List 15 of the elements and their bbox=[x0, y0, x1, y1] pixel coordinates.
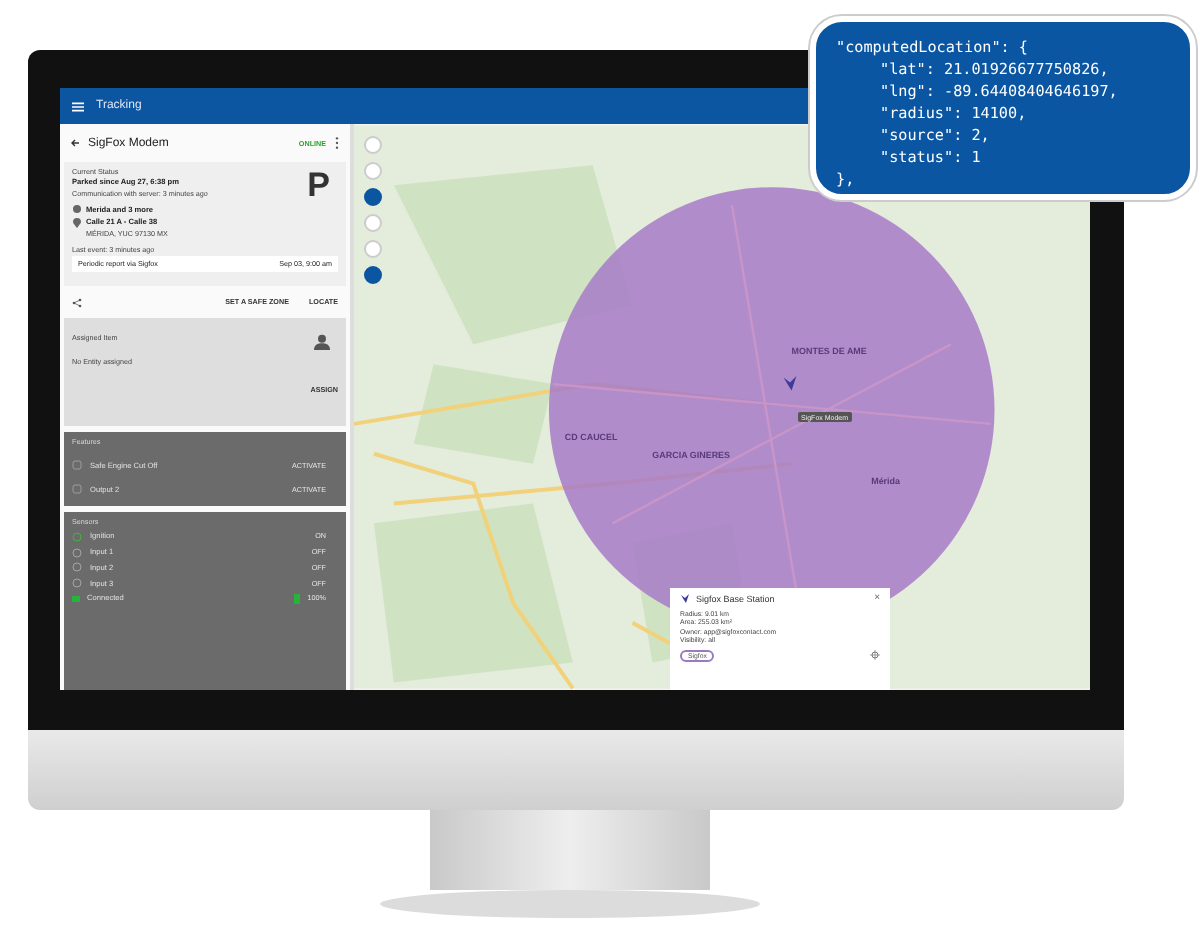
connected-icon bbox=[72, 595, 79, 603]
menu-icon[interactable] bbox=[72, 101, 84, 111]
crosshair-icon[interactable] bbox=[870, 650, 880, 661]
back-arrow-icon[interactable] bbox=[70, 138, 80, 148]
parked-letter: P bbox=[307, 168, 330, 202]
share-icon[interactable] bbox=[72, 297, 82, 307]
pin-icon bbox=[72, 217, 82, 228]
engine-icon bbox=[72, 460, 82, 470]
more-icon[interactable] bbox=[334, 136, 340, 150]
battery-icon bbox=[294, 593, 300, 604]
location-icon bbox=[72, 204, 82, 215]
device-marker-icon[interactable] bbox=[782, 376, 798, 392]
output-icon bbox=[72, 484, 82, 494]
person-icon bbox=[314, 334, 330, 350]
station-icon bbox=[680, 594, 690, 604]
